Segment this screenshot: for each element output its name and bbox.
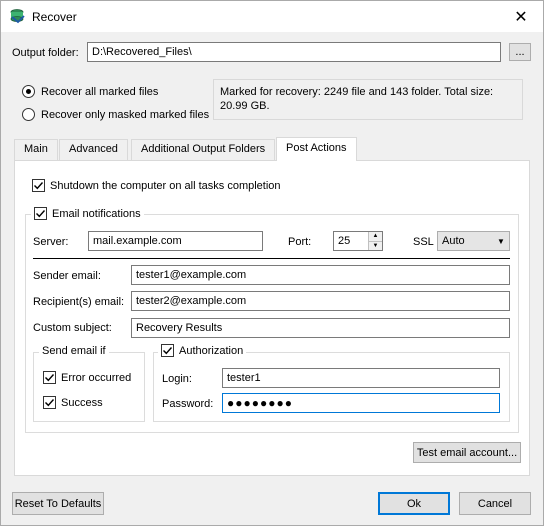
error-occurred-checkbox[interactable] bbox=[43, 371, 56, 384]
email-notifications-checkbox[interactable] bbox=[34, 207, 47, 220]
error-occurred-label: Error occurred bbox=[61, 371, 132, 384]
success-label: Success bbox=[61, 396, 103, 409]
recover-app-icon bbox=[9, 8, 25, 24]
tab-main[interactable]: Main bbox=[14, 139, 58, 160]
email-notifications-label: Email notifications bbox=[52, 207, 141, 220]
tab-post-actions[interactable]: Post Actions bbox=[276, 137, 357, 161]
tab-advanced[interactable]: Advanced bbox=[59, 139, 128, 160]
shutdown-checkbox-row[interactable]: Shutdown the computer on all tasks compl… bbox=[32, 179, 281, 192]
password-label: Password: bbox=[162, 398, 214, 410]
checkmark-icon bbox=[36, 210, 46, 218]
checkmark-icon bbox=[34, 182, 44, 190]
password-input[interactable]: ●●●●●●●● bbox=[222, 393, 500, 413]
port-stepper[interactable]: 25 ▲ ▼ bbox=[333, 231, 383, 251]
port-value: 25 bbox=[338, 235, 351, 247]
tab-additional-output-folders[interactable]: Additional Output Folders bbox=[131, 139, 276, 160]
authorization-checkbox-row[interactable]: Authorization bbox=[158, 344, 247, 357]
divider bbox=[33, 258, 510, 259]
close-button[interactable]: ✕ bbox=[499, 1, 543, 32]
recovery-summary: Marked for recovery: 2249 file and 143 f… bbox=[213, 79, 523, 120]
ssl-select[interactable]: Auto ▼ bbox=[437, 231, 510, 251]
authorization-label: Authorization bbox=[179, 344, 244, 357]
recover-dialog: Recover ✕ Output folder: D:\Recovered_Fi… bbox=[0, 0, 544, 526]
send-email-if-label: Send email if bbox=[39, 345, 109, 357]
browse-button[interactable]: ... bbox=[509, 43, 531, 61]
login-input[interactable]: tester1 bbox=[222, 368, 500, 388]
shutdown-label: Shutdown the computer on all tasks compl… bbox=[50, 179, 281, 192]
server-label: Server: bbox=[33, 236, 69, 248]
spin-up-icon[interactable]: ▲ bbox=[369, 232, 382, 241]
output-folder-input[interactable]: D:\Recovered_Files\ bbox=[87, 42, 501, 62]
sender-email-label: Sender email: bbox=[33, 270, 101, 282]
spin-down-icon[interactable]: ▼ bbox=[369, 240, 382, 250]
recover-all-radio[interactable] bbox=[22, 85, 35, 98]
reset-to-defaults-button[interactable]: Reset To Defaults bbox=[12, 492, 104, 515]
recover-masked-label: Recover only masked marked files bbox=[41, 108, 210, 121]
port-label: Port: bbox=[288, 236, 312, 248]
server-input[interactable]: mail.example.com bbox=[88, 231, 263, 251]
close-icon: ✕ bbox=[514, 8, 528, 26]
shutdown-checkbox[interactable] bbox=[32, 179, 45, 192]
custom-subject-input[interactable]: Recovery Results bbox=[131, 318, 510, 338]
checkmark-icon bbox=[45, 399, 55, 407]
custom-subject-label: Custom subject: bbox=[33, 322, 112, 334]
checkmark-icon bbox=[163, 347, 173, 355]
recipient-email-input[interactable]: tester2@example.com bbox=[131, 291, 510, 311]
sender-email-input[interactable]: tester1@example.com bbox=[131, 265, 510, 285]
chevron-down-icon: ▼ bbox=[497, 236, 505, 246]
authorization-checkbox[interactable] bbox=[161, 344, 174, 357]
test-email-account-button[interactable]: Test email account... bbox=[413, 442, 521, 463]
window-title: Recover bbox=[32, 10, 77, 24]
error-occurred-checkbox-row[interactable]: Error occurred bbox=[43, 371, 131, 384]
ok-button[interactable]: Ok bbox=[378, 492, 450, 515]
recover-masked-radio[interactable] bbox=[22, 108, 35, 121]
ssl-value: Auto bbox=[442, 235, 465, 247]
recover-masked-radio-row[interactable]: Recover only masked marked files bbox=[22, 108, 209, 121]
title-bar[interactable]: Recover ✕ bbox=[1, 1, 543, 32]
login-label: Login: bbox=[162, 373, 192, 385]
success-checkbox[interactable] bbox=[43, 396, 56, 409]
ssl-label: SSL bbox=[413, 236, 434, 248]
cancel-button[interactable]: Cancel bbox=[459, 492, 531, 515]
post-actions-panel: Shutdown the computer on all tasks compl… bbox=[14, 160, 530, 476]
success-checkbox-row[interactable]: Success bbox=[43, 396, 103, 409]
checkmark-icon bbox=[45, 374, 55, 382]
recover-all-radio-row[interactable]: Recover all marked files bbox=[22, 85, 158, 98]
recover-all-label: Recover all marked files bbox=[41, 85, 159, 98]
send-email-if-group bbox=[33, 352, 145, 422]
recipient-email-label: Recipient(s) email: bbox=[33, 296, 125, 308]
output-folder-label: Output folder: bbox=[12, 47, 79, 59]
email-notifications-checkbox-row[interactable]: Email notifications bbox=[31, 207, 144, 220]
